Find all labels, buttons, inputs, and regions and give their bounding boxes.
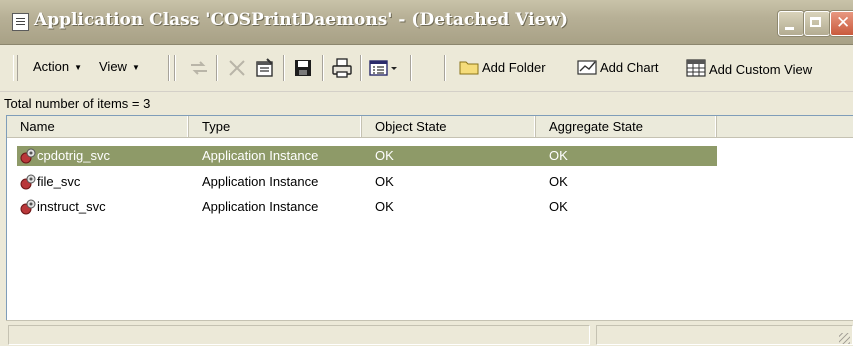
status-pane bbox=[596, 325, 853, 345]
application-instance-icon bbox=[20, 199, 36, 215]
cell-name: instruct_svc bbox=[37, 199, 106, 214]
cell-type: Application Instance bbox=[202, 148, 319, 163]
cell-object-state: OK bbox=[375, 174, 394, 189]
view-menu-button[interactable]: View ▼ bbox=[99, 59, 140, 74]
action-menu-button[interactable]: Action ▼ bbox=[33, 59, 82, 74]
save-icon[interactable] bbox=[292, 57, 314, 79]
chevron-down-icon: ▼ bbox=[74, 63, 83, 72]
cell-type: Application Instance bbox=[202, 174, 319, 189]
maximize-button[interactable] bbox=[804, 11, 830, 36]
list-header: Name Type Object State Aggregate State bbox=[7, 116, 853, 138]
chevron-down-icon: ▼ bbox=[131, 63, 140, 72]
item-count: Total number of items = 3 bbox=[4, 96, 151, 111]
title-bar[interactable]: Application Class 'COSPrintDaemons' - (D… bbox=[0, 0, 853, 45]
status-pane bbox=[8, 325, 590, 345]
add-chart-label: Add Chart bbox=[600, 60, 659, 75]
cell-aggregate-state: OK bbox=[549, 174, 568, 189]
column-header-filler bbox=[717, 116, 853, 137]
toolbar-separator bbox=[283, 55, 285, 81]
folder-icon bbox=[459, 61, 479, 75]
cell-name: file_svc bbox=[37, 174, 81, 189]
add-folder-button[interactable]: Add Folder bbox=[459, 59, 546, 75]
table-row[interactable]: cpdotrig_svc Application Instance OK OK bbox=[7, 146, 853, 166]
toolbar-separator bbox=[174, 55, 176, 81]
cell-aggregate-state: OK bbox=[549, 148, 568, 163]
toolbar-separator bbox=[410, 55, 412, 81]
add-chart-button[interactable]: Add Chart bbox=[577, 59, 659, 75]
add-folder-label: Add Folder bbox=[482, 60, 546, 75]
minimize-icon bbox=[785, 27, 794, 30]
window-title: Application Class 'COSPrintDaemons' - (D… bbox=[34, 10, 569, 30]
properties-icon[interactable] bbox=[254, 57, 276, 79]
column-header-type[interactable]: Type bbox=[189, 116, 362, 137]
row-selection-highlight bbox=[17, 146, 717, 166]
toolbar: Action ▼ View ▼ Add Folder Add Chart Add… bbox=[0, 45, 853, 92]
cell-object-state: OK bbox=[375, 148, 394, 163]
window-list-icon bbox=[12, 13, 29, 31]
minimize-button[interactable] bbox=[778, 11, 804, 36]
toolbar-grip[interactable] bbox=[13, 55, 18, 81]
application-instance-icon bbox=[20, 174, 36, 190]
application-instance-icon bbox=[20, 148, 36, 164]
chart-icon bbox=[577, 60, 597, 75]
close-button[interactable]: ✕ bbox=[830, 11, 853, 36]
toolbar-separator bbox=[322, 55, 324, 81]
toolbar-separator bbox=[444, 55, 446, 81]
items-list-view[interactable]: Name Type Object State Aggregate State c… bbox=[6, 115, 853, 346]
column-header-object-state[interactable]: Object State bbox=[362, 116, 536, 137]
status-bar bbox=[6, 320, 853, 346]
link-icon[interactable] bbox=[188, 57, 210, 79]
toolbar-separator bbox=[168, 55, 170, 81]
table-row[interactable]: file_svc Application Instance OK OK bbox=[7, 172, 853, 192]
cell-name: cpdotrig_svc bbox=[37, 148, 110, 163]
view-options-icon[interactable] bbox=[368, 57, 400, 79]
cell-type: Application Instance bbox=[202, 199, 319, 214]
delete-icon[interactable] bbox=[226, 57, 248, 79]
print-icon[interactable] bbox=[331, 57, 353, 79]
table-row[interactable]: instruct_svc Application Instance OK OK bbox=[7, 197, 853, 217]
column-header-name[interactable]: Name bbox=[7, 116, 189, 137]
column-header-aggregate-state[interactable]: Aggregate State bbox=[536, 116, 717, 137]
resize-grip-icon[interactable] bbox=[839, 333, 850, 344]
cell-aggregate-state: OK bbox=[549, 199, 568, 214]
close-icon: ✕ bbox=[836, 13, 851, 33]
maximize-icon bbox=[810, 17, 821, 27]
application-class-window: Application Class 'COSPrintDaemons' - (D… bbox=[0, 0, 853, 346]
cell-object-state: OK bbox=[375, 199, 394, 214]
add-custom-view-label: Add Custom View bbox=[709, 62, 813, 77]
add-custom-view-button[interactable]: Add Custom View bbox=[686, 59, 812, 77]
toolbar-separator bbox=[360, 55, 362, 81]
custom-view-icon bbox=[686, 59, 706, 77]
action-menu-label: Action bbox=[33, 59, 70, 74]
view-menu-label: View bbox=[99, 59, 127, 74]
toolbar-separator bbox=[216, 55, 218, 81]
